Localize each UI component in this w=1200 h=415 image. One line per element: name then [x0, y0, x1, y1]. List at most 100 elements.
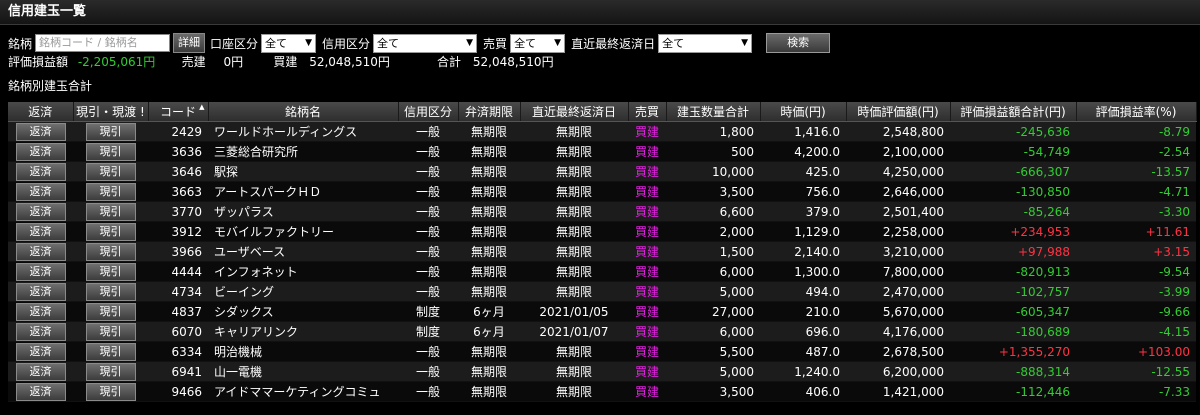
pl-rate-cell: -4.71 — [1076, 181, 1196, 202]
repay-button[interactable]: 返済 — [15, 182, 66, 201]
delivery-button[interactable]: 現引 — [85, 182, 136, 201]
table-row[interactable]: 返済 現引 2429 ワールドホールディングス 一般 無期限 無期限 買建 1,800 1,416… — [8, 121, 1196, 142]
trade-type-select[interactable]: 全て ▼ — [510, 33, 566, 53]
name-cell: ビーイング — [208, 281, 398, 302]
name-cell: ワールドホールディングス — [208, 121, 398, 142]
repay-button[interactable]: 返済 — [15, 242, 66, 261]
due-date-cell: 無期限 — [520, 341, 628, 362]
due-date-label: 直近最終返済日 — [571, 36, 656, 51]
repay-button[interactable]: 返済 — [15, 342, 66, 361]
repay-term-cell: 無期限 — [458, 241, 520, 262]
table-row[interactable]: 返済 現引 6070 キャリアリンク 制度 6ヶ月 2021/01/07 買建 6,000 696… — [8, 321, 1196, 342]
table-row[interactable]: 返済 現引 9466 アイドママーケティングコミュ 一般 無期限 無期限 買建 3,500 406… — [8, 381, 1196, 402]
repay-button[interactable]: 返済 — [15, 302, 66, 321]
repay-button[interactable]: 返済 — [15, 222, 66, 241]
due-date-select[interactable]: 全て ▼ — [658, 33, 753, 53]
delivery-button[interactable]: 現引 — [85, 282, 136, 301]
price-cell: 2,140.0 — [760, 241, 846, 262]
chevron-down-icon: ▼ — [305, 37, 313, 48]
col-header-delivery[interactable]: 現引・現渡 ! — [73, 102, 149, 122]
side-cell: 買建 — [628, 321, 666, 342]
quantity-cell: 3,500 — [666, 181, 760, 202]
quantity-cell: 1,800 — [666, 121, 760, 142]
repay-button[interactable]: 返済 — [15, 282, 66, 301]
pl-rate-cell: -9.66 — [1076, 301, 1196, 322]
chevron-down-icon: ▼ — [466, 37, 474, 48]
repay-button[interactable]: 返済 — [15, 262, 66, 281]
credit-type-cell: 一般 — [398, 361, 458, 382]
delivery-button[interactable]: 現引 — [85, 382, 136, 401]
repay-cell: 返済 — [8, 281, 73, 302]
repay-term-cell: 無期限 — [458, 341, 520, 362]
table-row[interactable]: 返済 現引 3636 三菱総合研究所 一般 無期限 無期限 買建 500 4,200.0 2,100… — [8, 141, 1196, 162]
col-header-pl-rate[interactable]: 評価損益率(%) — [1076, 102, 1197, 122]
delivery-button[interactable]: 現引 — [85, 142, 136, 161]
col-header-code[interactable]: コード ▲ — [148, 102, 209, 122]
table-row[interactable]: 返済 現引 4837 シダックス 制度 6ヶ月 2021/01/05 買建 27,000 210.… — [8, 301, 1196, 322]
delivery-button[interactable]: 現引 — [85, 202, 136, 221]
repay-button[interactable]: 返済 — [15, 142, 66, 161]
repay-button[interactable]: 返済 — [15, 122, 66, 141]
col-header-quantity[interactable]: 建玉数量合計 — [666, 102, 761, 122]
delivery-button[interactable]: 現引 — [85, 122, 136, 141]
col-header-repay-term[interactable]: 弁済期限 — [458, 102, 521, 122]
repay-term-cell: 無期限 — [458, 381, 520, 402]
table-row[interactable]: 返済 現引 3663 アートスパークＨＤ 一般 無期限 無期限 買建 3,500 756.0 2,6… — [8, 181, 1196, 202]
repay-button[interactable]: 返済 — [15, 162, 66, 181]
repay-button[interactable]: 返済 — [15, 362, 66, 381]
col-header-price[interactable]: 時価(円) — [760, 102, 847, 122]
due-date-cell: 無期限 — [520, 221, 628, 242]
repay-button[interactable]: 返済 — [15, 322, 66, 341]
table-row[interactable]: 返済 現引 3646 駅探 一般 無期限 無期限 買建 10,000 425.0 4,250,000… — [8, 161, 1196, 182]
delivery-button[interactable]: 現引 — [85, 262, 136, 281]
table-row[interactable]: 返済 現引 6941 山一電機 一般 無期限 無期限 買建 5,000 1,240.0 6,200,… — [8, 361, 1196, 382]
table-body: 返済 現引 2429 ワールドホールディングス 一般 無期限 無期限 買建 1,800 1,416… — [8, 121, 1196, 402]
account-type-select[interactable]: 全て ▼ — [261, 33, 317, 53]
pl-cell: -820,913 — [950, 261, 1076, 282]
repay-term-cell: 無期限 — [458, 121, 520, 142]
delivery-button[interactable]: 現引 — [85, 222, 136, 241]
code-cell: 3636 — [148, 141, 208, 162]
col-header-name[interactable]: 銘柄名 — [208, 102, 399, 122]
delivery-cell: 現引 — [73, 201, 148, 222]
repay-cell: 返済 — [8, 241, 73, 262]
col-header-side[interactable]: 売買 — [628, 102, 667, 122]
side-cell: 買建 — [628, 141, 666, 162]
repay-button[interactable]: 返済 — [15, 382, 66, 401]
side-cell: 買建 — [628, 281, 666, 302]
code-cell: 3912 — [148, 221, 208, 242]
pl-rate-cell: -8.79 — [1076, 121, 1196, 142]
repay-button[interactable]: 返済 — [15, 202, 66, 221]
delivery-button[interactable]: 現引 — [85, 302, 136, 321]
delivery-button[interactable]: 現引 — [85, 242, 136, 261]
table-row[interactable]: 返済 現引 3912 モバイルファクトリー 一般 無期限 無期限 買建 2,000 1,129.0… — [8, 221, 1196, 242]
pl-cell: -130,850 — [950, 181, 1076, 202]
market-value-cell: 2,100,000 — [846, 141, 950, 162]
search-button[interactable]: 検索 — [766, 33, 831, 53]
table-row[interactable]: 返済 現引 4734 ビーイング 一般 無期限 無期限 買建 5,000 494.0 2,470,0… — [8, 281, 1196, 302]
price-cell: 487.0 — [760, 341, 846, 362]
side-cell: 買建 — [628, 261, 666, 282]
detail-button[interactable]: 詳細 — [173, 33, 206, 53]
delivery-button[interactable]: 現引 — [85, 162, 136, 181]
delivery-button[interactable]: 現引 — [85, 342, 136, 361]
delivery-button[interactable]: 現引 — [85, 362, 136, 381]
credit-type-select[interactable]: 全て ▼ — [373, 33, 478, 53]
due-date-cell: 無期限 — [520, 161, 628, 182]
table-row[interactable]: 返済 現引 3770 ザッパラス 一般 無期限 無期限 買建 6,600 379.0 2,501,4… — [8, 201, 1196, 222]
table-row[interactable]: 返済 現引 4444 インフォネット 一般 無期限 無期限 買建 6,000 1,300.0 7,8… — [8, 261, 1196, 282]
col-header-market-value[interactable]: 時価評価額(円) — [846, 102, 951, 122]
table-row[interactable]: 返済 現引 3966 ユーザベース 一般 無期限 無期限 買建 1,500 2,140.0 3,21… — [8, 241, 1196, 262]
name-cell: シダックス — [208, 301, 398, 322]
table-row[interactable]: 返済 現引 6334 明治機械 一般 無期限 無期限 買建 5,500 487.0 2,678,50… — [8, 341, 1196, 362]
col-header-credit-type[interactable]: 信用区分 — [398, 102, 459, 122]
name-cell: モバイルファクトリー — [208, 221, 398, 242]
col-header-pl[interactable]: 評価損益額合計(円) — [950, 102, 1077, 122]
code-cell: 3646 — [148, 161, 208, 182]
delivery-button[interactable]: 現引 — [85, 322, 136, 341]
col-header-due-date[interactable]: 直近最終返済日 — [520, 102, 629, 122]
quantity-cell: 2,000 — [666, 221, 760, 242]
col-header-code-label: コード — [159, 105, 196, 119]
col-header-repay[interactable]: 返済 — [8, 102, 74, 122]
code-search-input[interactable]: 銘柄コード / 銘柄名 — [35, 34, 171, 52]
